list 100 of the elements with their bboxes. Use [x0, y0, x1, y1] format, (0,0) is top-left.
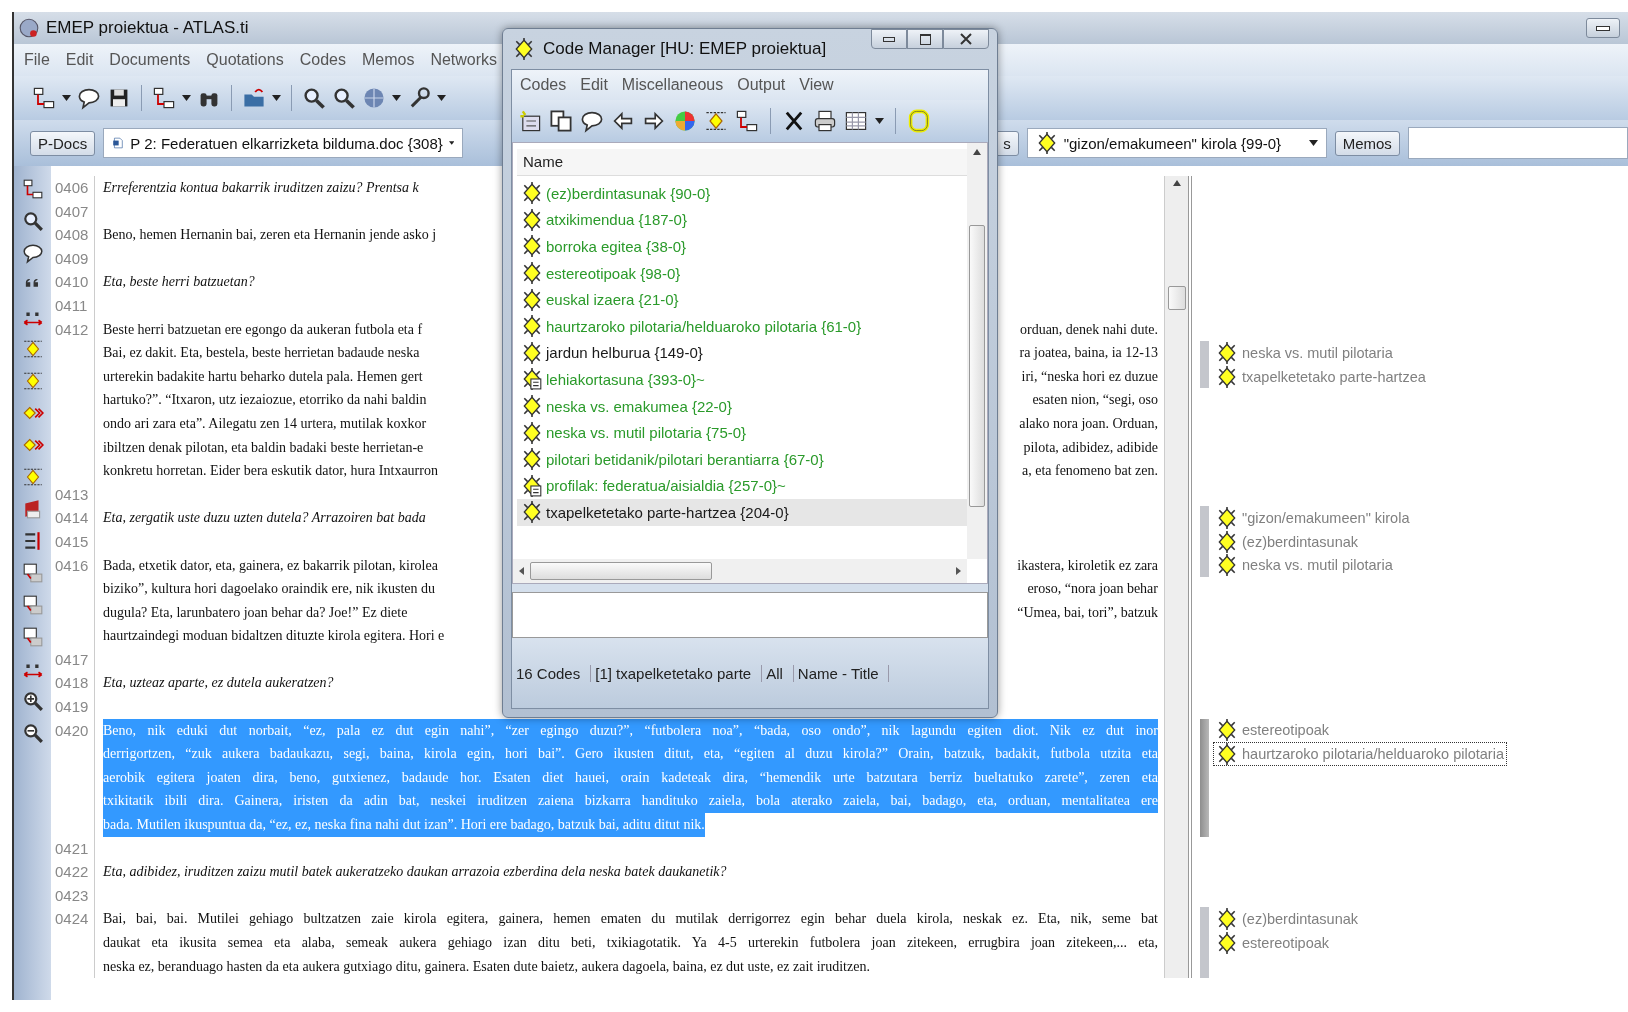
code-dropdown[interactable]: "gizon/emakumeen" kirola {99-0}	[1026, 128, 1327, 158]
margin-code[interactable]: neska vs. mutil pilotaria	[1213, 553, 1396, 578]
table-icon[interactable]	[844, 109, 868, 133]
search-icon[interactable]	[332, 86, 356, 110]
margin-code[interactable]: (ez)berdintasunak	[1213, 529, 1362, 554]
minimize-button[interactable]	[1586, 18, 1620, 38]
document-dropdown[interactable]: P 2: Federatuen elkarrizketa bilduma.doc {308}	[103, 128, 464, 158]
status-text: [1] txapelketetako parte	[591, 664, 763, 682]
code-note-icon	[521, 368, 543, 391]
menu-item[interactable]: Quotations	[200, 49, 290, 71]
zoom-in-icon[interactable]	[21, 690, 44, 712]
tree-icon[interactable]	[32, 86, 56, 110]
comment-field[interactable]	[512, 592, 988, 638]
window-arrow-icon[interactable]	[21, 626, 44, 648]
arrow-right-icon[interactable]	[642, 109, 666, 133]
menu-item[interactable]: Codes	[293, 49, 352, 71]
menu-item[interactable]: Edit	[574, 74, 614, 96]
maximize-button[interactable]	[907, 29, 943, 49]
menu-item[interactable]: View	[793, 74, 840, 96]
menu-item[interactable]: Output	[731, 74, 792, 96]
menu-item[interactable]: Networks	[424, 49, 504, 71]
memos-button[interactable]: Memos	[1334, 130, 1400, 156]
margin-code[interactable]: haurtzaroko pilotaria/helduaroko pilotaria	[1213, 742, 1507, 767]
line-number: 0421	[51, 836, 95, 861]
search-icon[interactable]	[302, 86, 326, 110]
menu-item[interactable]: Codes	[514, 74, 573, 96]
speech-bubble-icon[interactable]	[580, 109, 604, 133]
tree-icon[interactable]	[21, 178, 44, 200]
documents-button[interactable]: P-Docs	[30, 130, 96, 156]
text-line: orduan, denek nahi dute.	[1020, 320, 1158, 339]
caret-icon[interactable]	[1308, 140, 1318, 146]
margin-code[interactable]: txapelketetako parte-hartzea	[1213, 364, 1429, 389]
code-icon	[1216, 908, 1238, 931]
arrow-left-icon[interactable]	[611, 109, 635, 133]
code-list-item[interactable]: neska vs. emakumea {22-0}	[517, 392, 967, 420]
new-code-icon[interactable]	[518, 109, 542, 133]
zoom-out-icon[interactable]	[21, 722, 44, 744]
search-icon[interactable]	[21, 210, 44, 232]
caret-icon[interactable]	[182, 95, 191, 101]
code-list-item[interactable]: borroka egitea {38-0}	[517, 233, 967, 260]
code-list-item[interactable]: neska vs. mutil pilotaria {75-0}	[517, 419, 967, 446]
code-list-icon[interactable]	[21, 338, 44, 360]
code-list-item[interactable]: profilak: federatua/aisialdia {257-0}~	[517, 472, 967, 500]
margin-code[interactable]: "gizon/emakumeen" kirola	[1213, 506, 1413, 531]
line-number: 0410	[51, 270, 95, 294]
code-list-item[interactable]: lehiakortasuna {393-0}~	[517, 366, 967, 393]
code-list-icon[interactable]	[704, 109, 728, 133]
tree-icon[interactable]	[735, 109, 759, 133]
close-button[interactable]	[943, 29, 989, 49]
menu-item[interactable]: Edit	[59, 49, 100, 71]
code-list-item[interactable]: atxikimendua {187-0}	[517, 206, 967, 234]
speech-bubble-icon[interactable]	[77, 86, 101, 110]
code-list-item[interactable]: pilotari betidanik/pilotari berantiarra {67-0}	[517, 445, 967, 473]
speech-bubble-icon[interactable]	[21, 242, 44, 264]
color-wheel-icon[interactable]	[673, 109, 697, 133]
text-line: Eta, uzteaz aparte, ez dutela aukeratzen?	[103, 674, 334, 693]
caret-icon[interactable]	[448, 140, 455, 146]
menu-item[interactable]: Miscellaneous	[615, 74, 730, 96]
scrollbar[interactable]	[967, 143, 987, 559]
printer-icon[interactable]	[813, 109, 837, 133]
code-list-item[interactable]: txapelketetako parte-hartzea {204-0}	[517, 499, 967, 526]
column-header[interactable]: Name	[517, 149, 967, 176]
line-number: 0419	[51, 695, 95, 719]
copy-icon[interactable]	[549, 109, 573, 133]
margin-code[interactable]: estereotipoak	[1213, 930, 1333, 955]
menu-item[interactable]: Documents	[103, 49, 197, 71]
tree-icon[interactable]	[152, 86, 176, 110]
text-line: hartuko?”. “Itxaron, utz iezaiozue, etorriko da nahi baldin	[103, 391, 427, 410]
margin-code[interactable]: estereotipoak	[1213, 718, 1333, 743]
ring-icon[interactable]	[907, 109, 931, 133]
line-number: 0406	[51, 176, 95, 200]
code-list-icon[interactable]	[21, 370, 44, 392]
code-icon	[1216, 931, 1238, 954]
line-number: 0424	[51, 907, 95, 931]
caret-icon[interactable]	[875, 118, 884, 124]
line-number: 0407	[51, 199, 95, 224]
scrollbar[interactable]	[513, 559, 967, 583]
margin-code[interactable]: (ez)berdintasunak	[1213, 907, 1362, 932]
code-list-item[interactable]: euskal izaera {21-0}	[517, 286, 967, 313]
code-icon	[521, 395, 543, 418]
menu-item[interactable]: Memos	[355, 49, 421, 71]
caret-icon[interactable]	[272, 95, 281, 101]
minimize-button[interactable]	[871, 29, 907, 49]
code-icon	[521, 208, 543, 231]
text-line: haurtzaindegi moduan bidaltzen dituzte kirola egitera. Hori e	[103, 627, 445, 646]
margin-code[interactable]: neska vs. mutil pilotaria	[1213, 340, 1396, 365]
window-arrow-icon[interactable]	[21, 594, 44, 616]
menu-item[interactable]: File	[18, 49, 56, 71]
caret-icon[interactable]	[392, 95, 401, 101]
code-list-item[interactable]: (ez)berdintasunak {90-0}	[517, 180, 967, 207]
caret-icon[interactable]	[437, 95, 446, 101]
code-list-item[interactable]: jardun helburua {149-0}	[517, 339, 967, 367]
code-list-item[interactable]: haurtzaroko pilotaria/helduaroko pilotaria {61-0}	[517, 312, 967, 340]
globe-icon[interactable]	[362, 86, 386, 110]
scrollbar[interactable]	[1164, 176, 1188, 979]
code-list-item[interactable]: estereotipoak {98-0}	[517, 259, 967, 287]
text-line: Eta, beste herri batzuetan?	[103, 273, 255, 292]
window-arrow-icon[interactable]	[21, 562, 44, 584]
code-list-icon[interactable]	[21, 466, 44, 488]
caret-icon[interactable]	[62, 95, 71, 101]
